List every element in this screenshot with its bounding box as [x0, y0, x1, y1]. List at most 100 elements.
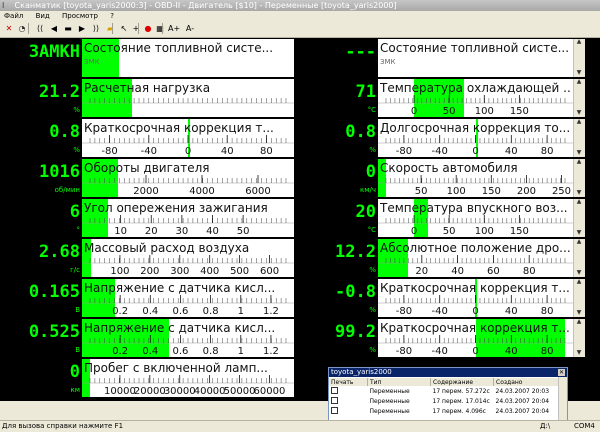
table-row[interactable]: Переменные 17 перем. 4.096с 24.03.2007 20:…: [329, 406, 559, 416]
scroll-down-icon[interactable]: ▼: [574, 270, 584, 276]
gauge-scrollbar[interactable]: ▲ ▼: [573, 119, 585, 157]
table-row[interactable]: Переменные 17 перем. 57.272с 24.03.2007 20…: [329, 386, 559, 396]
gauge-scale: Расчетная нагрузка: [82, 79, 294, 117]
gauge-scrollbar[interactable]: ▲ ▼: [573, 39, 585, 77]
gauge-scale: Состояние топливной систе... ЗМК: [378, 39, 573, 77]
scroll-down-icon[interactable]: ▼: [574, 190, 584, 196]
gauge-value-box: 0.8%: [0, 119, 82, 157]
gauge-value: 0: [69, 362, 80, 382]
gauge-panel: ЗАМКН Состояние топливной систе... ЗМК 21.2…: [0, 38, 600, 401]
gauge-right-2[interactable]: 0.8% -80 -40 0 40 80 Долгосрочная коррекция то…: [296, 119, 596, 159]
print-checkbox[interactable]: [331, 406, 338, 414]
gauge-left-1[interactable]: 21.2% Расчетная нагрузка: [0, 79, 300, 119]
gauge-label: Температура охлаждающей ...: [380, 81, 571, 95]
gauge-scrollbar[interactable]: ▲ ▼: [573, 79, 585, 117]
scroll-up-icon[interactable]: ▲: [574, 279, 584, 285]
tick-label: 100: [475, 226, 494, 237]
gauge-scale: Состояние топливной систе... ЗМК: [82, 39, 294, 77]
tick-label: 20: [145, 226, 158, 237]
gauge-label: Состояние топливной систе...: [84, 41, 274, 55]
gauge-scrollbar[interactable]: ▲ ▼: [573, 199, 585, 237]
tick-label: 40: [505, 146, 518, 157]
gauge-scrollbar[interactable]: ▲ ▼: [573, 159, 585, 197]
scroll-up-icon[interactable]: ▲: [574, 39, 584, 45]
cell-created: 24.03.2007 20:04: [495, 397, 550, 405]
close-icon[interactable]: ✕: [3, 23, 15, 34]
column-type[interactable]: Тип: [367, 378, 431, 386]
gauge-right-0[interactable]: --- Состояние топливной систе... ЗМК ▲ ▼: [296, 39, 596, 79]
font-increase-icon[interactable]: A+: [168, 23, 180, 34]
add-icon[interactable]: +: [130, 23, 142, 34]
tick-label: 0.2: [112, 306, 128, 317]
tick-label: 100: [110, 266, 129, 277]
gauge-left-5[interactable]: 2.68 г/с 100 200 300 400 500 600 Массовый расход…: [0, 239, 300, 279]
menu-view[interactable]: Вид: [36, 12, 50, 20]
tick-label: 0: [411, 106, 417, 117]
gauge-right-7[interactable]: 99.2% -80 -40 0 40 80 Краткосрочная коррекция …: [296, 319, 596, 359]
scroll-down-icon[interactable]: ▼: [574, 310, 584, 316]
gauge-value: 0.8: [49, 122, 80, 142]
gauge-right-5[interactable]: 12.2% 20 40 60 80 Абсолютное положение дро...…: [296, 239, 596, 279]
gauge-left-0[interactable]: ЗАМКН Состояние топливной систе... ЗМК: [0, 39, 300, 79]
gauge-value-box: ---: [296, 39, 378, 77]
menu-file[interactable]: Файл: [4, 12, 23, 20]
sessions-window[interactable]: toyota_yaris2000 ✕ Печать Тип Содержание…: [328, 367, 568, 421]
column-print[interactable]: Печать: [329, 378, 368, 386]
font-decrease-icon[interactable]: A-: [184, 23, 196, 34]
column-content[interactable]: Содержание: [430, 378, 494, 386]
prev-icon[interactable]: ◀: [48, 23, 60, 34]
print-checkbox[interactable]: [331, 386, 338, 394]
scroll-down-icon[interactable]: ▼: [574, 110, 584, 116]
tick-label: 20: [415, 266, 428, 277]
sessions-scrollbar[interactable]: [558, 377, 567, 420]
column-created[interactable]: Создано: [493, 378, 559, 386]
gauge-value-box: 0 км/ч: [296, 159, 378, 197]
back-icon[interactable]: ⟨⟨: [34, 23, 46, 34]
tick-label: 0.8: [203, 346, 219, 357]
gauge-label: Краткосрочная коррекция т...: [84, 121, 274, 135]
close-icon[interactable]: ✕: [558, 369, 565, 376]
instrument-icon[interactable]: ◔: [16, 23, 28, 34]
gauge-right-6[interactable]: -0.8% -80 -40 0 40 80 Краткосрочная коррекция …: [296, 279, 596, 319]
gauge-left-7[interactable]: 0.525 В 0.2 0.4 0.6 0.8 1 1.2 Напряжение с датчи…: [0, 319, 300, 359]
grid-icon[interactable]: ▦: [154, 23, 166, 34]
gauge-scale: 0.2 0.4 0.6 0.8 1 1.2 Напряжение с датчика кис…: [82, 319, 294, 357]
forward-icon[interactable]: ⟩⟩: [90, 23, 102, 34]
scroll-down-icon[interactable]: ▼: [574, 70, 584, 76]
gauge-left-2[interactable]: 0.8% -80 -40 0 40 80 Краткосрочная коррекция т…: [0, 119, 300, 159]
sessions-table: Печать Тип Содержание Создано Переменные…: [329, 378, 559, 416]
scroll-down-icon[interactable]: ▼: [574, 350, 584, 356]
table-row[interactable]: Переменные 17 перем. 17.014с 24.03.2007 20…: [329, 396, 559, 406]
scroll-up-icon[interactable]: ▲: [574, 199, 584, 205]
gauge-value: 2.68: [39, 242, 80, 262]
gauge-left-6[interactable]: 0.165 В 0.2 0.4 0.6 0.8 1 1.2 Напряжение с датчи…: [0, 279, 300, 319]
gauge-scale: 50 100 150 200 250 Скорость автомобиля: [378, 159, 573, 197]
gauge-scrollbar[interactable]: ▲ ▼: [573, 319, 585, 357]
gauge-left-8[interactable]: 0 км 10000 20000 30000 40000 50000 60000 Пробег …: [0, 359, 300, 399]
gauge-scale: -80 -40 0 40 80 Долгосрочная коррекция то...: [378, 119, 573, 157]
record-icon[interactable]: ●: [142, 23, 154, 34]
scroll-up-icon[interactable]: ▲: [574, 79, 584, 85]
scroll-up-icon[interactable]: ▲: [574, 239, 584, 245]
print-checkbox[interactable]: [331, 396, 338, 404]
scroll-down-icon[interactable]: ▼: [574, 230, 584, 236]
toolbar-separator: [112, 23, 113, 34]
gauge-scrollbar[interactable]: ▲ ▼: [573, 239, 585, 277]
next-icon[interactable]: ▶: [76, 23, 88, 34]
scroll-down-icon[interactable]: ▼: [574, 150, 584, 156]
scroll-up-icon[interactable]: ▲: [574, 319, 584, 325]
gauge-left-4[interactable]: 6 ° 10 20 30 40 50 Угол опережения зажигания: [0, 199, 300, 239]
folder-icon[interactable]: ▰: [104, 23, 116, 34]
gauge-right-4[interactable]: 20 °C 0 50 100 150 Температура впускного воз..…: [296, 199, 596, 239]
gauge-scrollbar[interactable]: ▲ ▼: [573, 279, 585, 317]
pointer-icon[interactable]: ↖: [118, 23, 130, 34]
menu-browse[interactable]: Просмотр: [62, 12, 98, 20]
scroll-up-icon[interactable]: ▲: [574, 159, 584, 165]
display-icon[interactable]: ▬: [62, 23, 74, 34]
gauge-right-1[interactable]: 71 °C 0 50 100 150 Температура охлаждающей ...…: [296, 79, 596, 119]
tick-label: 40: [221, 146, 234, 157]
menu-help[interactable]: ?: [110, 12, 114, 20]
scroll-up-icon[interactable]: ▲: [574, 119, 584, 125]
gauge-left-3[interactable]: 1016 об/мин 2000 4000 6000 Обороты двигателя: [0, 159, 300, 199]
gauge-right-3[interactable]: 0 км/ч 50 100 150 200 250 Скорость автомобиля ▲ ▼: [296, 159, 596, 199]
